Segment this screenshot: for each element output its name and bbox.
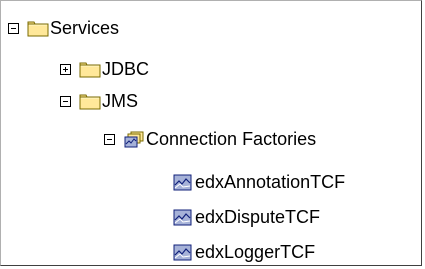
tree-node-label: JMS — [102, 91, 138, 111]
folder-icon — [79, 94, 101, 109]
tree-leaf-edxloggertcf[interactable]: edxLoggerTCF — [172, 241, 315, 263]
factory-item-icon — [173, 244, 192, 260]
tree-leaf-edxannotationtcf[interactable]: edxAnnotationTCF — [172, 171, 345, 193]
collapse-toggle-services[interactable] — [8, 22, 19, 34]
tree-node-services[interactable]: Services — [8, 17, 119, 39]
tree-node-jdbc[interactable]: JDBC — [60, 58, 149, 80]
tree-node-label: Services — [50, 18, 120, 38]
factory-item-icon — [173, 209, 192, 225]
tree-leaf-label: edxDisputeTCF — [195, 207, 321, 227]
tree-leaf-label: edxAnnotationTCF — [195, 172, 346, 192]
collapse-toggle-connection-factories[interactable] — [104, 133, 115, 145]
folder-icon — [79, 62, 101, 77]
stacked-folder-icon — [124, 131, 144, 147]
tree-node-connection-factories[interactable]: Connection Factories — [104, 128, 316, 150]
collapse-toggle-jms[interactable] — [60, 95, 71, 107]
folder-icon — [27, 21, 49, 36]
tree-node-label: JDBC — [102, 59, 150, 79]
tree-panel: Services JDBC JMS Connection Factories e… — [0, 0, 422, 266]
tree-node-jms[interactable]: JMS — [60, 90, 138, 112]
tree-node-label: Connection Factories — [146, 129, 317, 149]
factory-item-icon — [173, 174, 192, 190]
tree-leaf-edxdisputetcf[interactable]: edxDisputeTCF — [172, 206, 320, 228]
expand-toggle-jdbc[interactable] — [60, 63, 71, 75]
tree-leaf-label: edxLoggerTCF — [195, 242, 316, 262]
